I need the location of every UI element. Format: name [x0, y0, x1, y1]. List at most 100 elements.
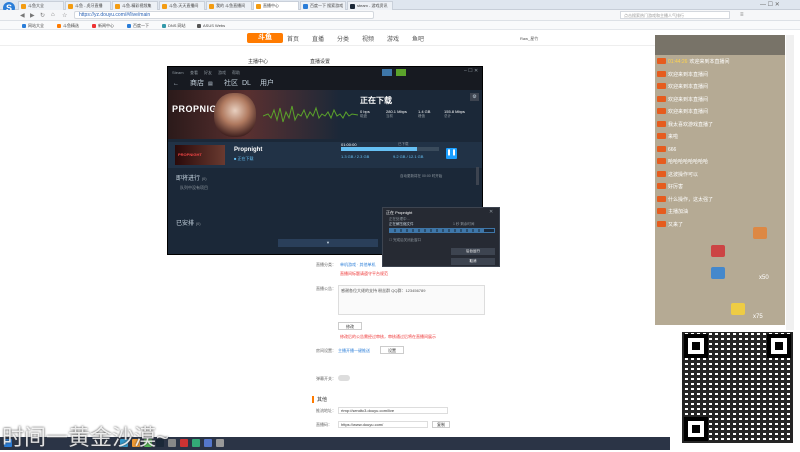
bookmark-item[interactable]: 新闻中心	[92, 22, 114, 29]
bookmark-icon	[22, 24, 26, 28]
browser-tab[interactable]: 我的 斗鱼直播间	[206, 1, 252, 10]
browser-tab[interactable]: 斗鱼大全	[18, 1, 64, 10]
game-name[interactable]: Propnight	[234, 147, 262, 153]
steam-menu-games[interactable]: 游戏	[218, 70, 226, 76]
back-arrow-icon[interactable]: ←	[173, 78, 179, 90]
steam-scrollbar[interactable]	[476, 167, 479, 185]
warn-text: 修改后的公告需经过审核，审核通过后将在直播间展示	[340, 334, 436, 339]
bookmark-item[interactable]: 百度一下	[127, 22, 149, 29]
chat-message: 欢迎来到本直播间	[657, 70, 783, 80]
bookmark-item[interactable]: ASUS Webs	[197, 22, 225, 29]
fan-badge-icon	[657, 195, 666, 202]
chat-message: 666	[657, 145, 783, 155]
tab-favicon-icon	[162, 4, 167, 9]
nav-live[interactable]: 直播	[312, 34, 324, 43]
url-input[interactable]: https://yz.douyu.com/#/live/main	[74, 11, 374, 19]
category-value[interactable]: 单机游戏 · 其他单机	[340, 262, 376, 268]
room-value[interactable]: 主播开播一键推送	[338, 348, 370, 354]
forward-icon[interactable]: ▶	[30, 12, 35, 19]
room-settings-button[interactable]: 设置	[380, 346, 404, 354]
tab-label: steam - 游戏资讯	[357, 3, 388, 8]
fan-badge-icon	[657, 83, 666, 89]
stream-overlay-text: 时间一黄金沙漠~	[2, 425, 169, 450]
disk-size: 9.2 GB / 12.1 GB	[393, 154, 424, 159]
nav-game[interactable]: 游戏	[387, 34, 399, 43]
bookmark-item[interactable]: 网站大全	[22, 22, 44, 29]
bookmark-item[interactable]: 斗鱼精选	[57, 22, 79, 29]
browser-tab[interactable]: 斗鱼-天天直播间	[159, 1, 205, 10]
steam-menu-help[interactable]: 帮助	[232, 70, 240, 76]
pause-button[interactable]: ❚❚	[446, 148, 457, 159]
copy-button[interactable]: 复制	[432, 421, 450, 428]
tab-label: 斗鱼大全	[28, 3, 44, 8]
browser-tab[interactable]: 斗鱼 - 虎牙直播	[65, 1, 111, 10]
nav-community[interactable]: 社区	[224, 78, 238, 90]
empty-queue-note: 队列中没有项目	[180, 185, 208, 190]
avatar[interactable]	[396, 69, 406, 76]
steam-nav: ← 商店 ▤ 社区 DL 用户	[168, 78, 482, 90]
chat-nick: 01:44:26	[668, 59, 688, 65]
window-controls[interactable]: — ☐ ✕	[760, 1, 780, 8]
qr-code	[680, 330, 795, 445]
taskbar-app-icon[interactable]	[180, 439, 188, 447]
stream-code-label: 直播码：	[316, 422, 332, 427]
notice-edit-button[interactable]: 修改	[338, 322, 362, 330]
close-when-done-checkbox[interactable]: ☐ 完成后关闭此窗口	[389, 238, 421, 243]
nav-video[interactable]: 视频	[362, 34, 374, 43]
library-icon[interactable]: ▤	[208, 78, 213, 90]
user-menu[interactable]: Raw_星竹	[520, 36, 538, 42]
home-icon[interactable]: ⌂	[51, 12, 55, 18]
star-icon[interactable]: ☆	[62, 12, 67, 19]
nav-dl[interactable]: DL	[242, 78, 251, 90]
dialog-line2: 正在解压缩文件	[389, 222, 414, 226]
manage-downloads-button[interactable]: ▼	[278, 239, 378, 247]
gear-icon[interactable]: ⚙	[470, 93, 479, 101]
dialog-progress-fill	[390, 229, 484, 232]
refresh-icon[interactable]: ↻	[40, 12, 45, 19]
steam-progress-dialog: 正在 Propnight ✕ 正在处理中… 正在解压缩文件 1 秒 剩余时间 ☐…	[382, 207, 500, 267]
steam-menu-friends[interactable]: 好友	[204, 70, 212, 76]
steam-menu-view[interactable]: 查看	[190, 70, 198, 76]
browser-tab[interactable]: 斗鱼-精彩视频集	[112, 1, 158, 10]
stream-code-field[interactable]: https://www.douyu.com/	[338, 421, 428, 428]
dialog-progress-bar	[389, 228, 495, 233]
nav-home[interactable]: 首页	[287, 34, 299, 43]
qr-finder-pattern	[684, 334, 708, 358]
browser-search-input[interactable]: 点击搜索热门游戏和主播人气排行	[620, 11, 730, 19]
fan-badge-icon	[657, 120, 666, 127]
taskbar-app-icon[interactable]	[204, 439, 212, 447]
notice-textarea[interactable]: 感谢各位大佬的支持 粉丝群 QQ群：123456789	[338, 285, 485, 315]
bookmark-item[interactable]: DNS 网站	[162, 22, 186, 29]
game-thumbnail[interactable]: PROPNIGHT	[175, 145, 225, 165]
notification-icon[interactable]	[382, 69, 392, 76]
stream-addr-field[interactable]: rtmp://sendtc3.douyu.com/live	[338, 407, 448, 414]
notice-label: 直播公告：	[316, 286, 336, 291]
qr-finder-pattern	[684, 417, 708, 441]
taskbar-app-icon[interactable]	[192, 439, 200, 447]
douyu-logo[interactable]: 斗鱼	[247, 33, 283, 43]
browser-tab-active[interactable]: 直播中心	[253, 1, 299, 10]
fan-badge-icon	[657, 208, 666, 214]
cancel-button[interactable]: 取消	[451, 258, 495, 265]
menu-icon[interactable]: ≡	[740, 12, 744, 18]
chat-message: 什么操作，这太强了	[657, 195, 783, 205]
nav-category[interactable]: 分类	[337, 34, 349, 43]
back-icon[interactable]: ◀	[20, 12, 25, 19]
address-bar-row: ◀ ▶ ↻ ⌂ ☆ https://yz.douyu.com/#/live/ma…	[0, 10, 800, 21]
chat-text: 来啦	[668, 134, 679, 140]
background-button[interactable]: 后台运行	[451, 248, 495, 255]
steam-menu-steam[interactable]: Steam	[172, 70, 184, 75]
nav-user[interactable]: 用户	[260, 78, 274, 90]
steam-window-controls[interactable]: ‒ ☐ ✕	[464, 68, 478, 74]
game-art-image	[214, 93, 256, 137]
bookmark-icon	[127, 24, 131, 28]
nav-store[interactable]: 商店	[190, 78, 204, 90]
browser-tab[interactable]: steam - 游戏资讯	[347, 1, 393, 10]
close-icon[interactable]: ✕	[489, 209, 493, 215]
chat-text: 666	[668, 146, 677, 153]
nav-yuba[interactable]: 鱼吧	[412, 34, 424, 43]
taskbar-app-icon[interactable]	[216, 439, 224, 447]
taskbar-app-icon[interactable]	[168, 439, 176, 447]
danmaku-toggle[interactable]	[338, 375, 350, 381]
browser-tab[interactable]: 百度一下 搜索游戏	[300, 1, 346, 10]
